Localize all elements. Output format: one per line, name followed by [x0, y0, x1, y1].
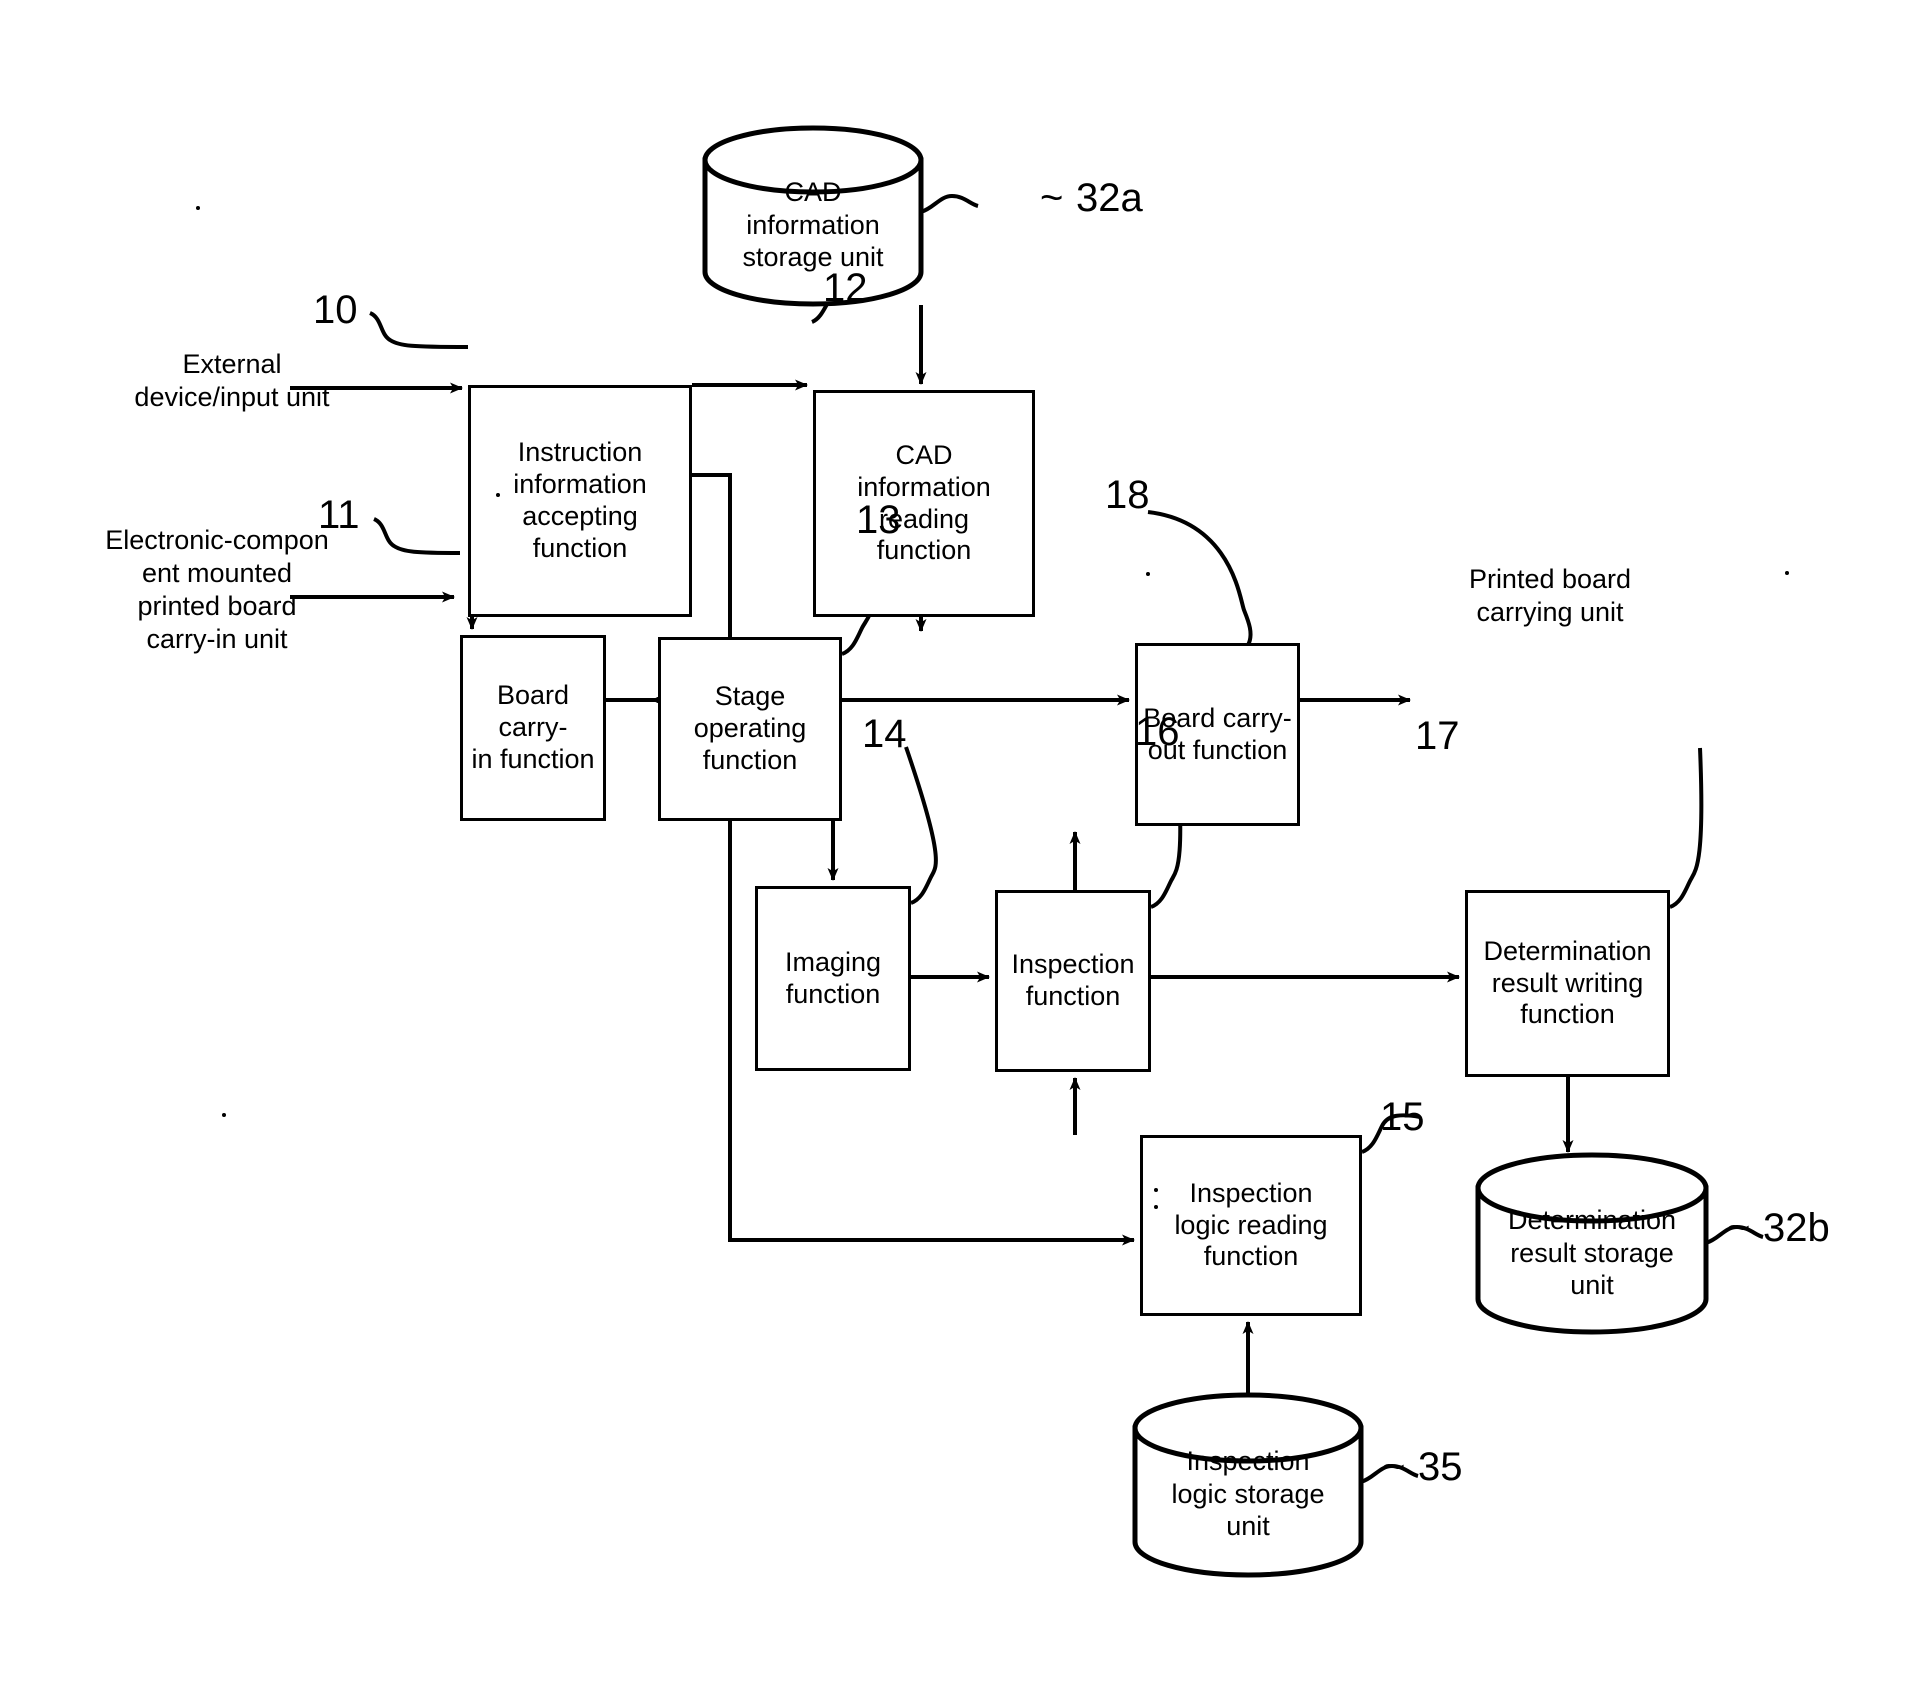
scan-speck-7 [1154, 1205, 1158, 1209]
ref-tag-13: 13 [856, 498, 901, 542]
label-electronic-component-mounted-printed-board-carry-in-unit: Electronic-compon ent mounted printed bo… [105, 525, 329, 654]
scan-speck-6 [1154, 1188, 1158, 1192]
tilde-32b: ~ [1727, 1206, 1751, 1250]
cylinder-label-determination-result-storage-unit: Determination result storage unit [1507, 1205, 1677, 1301]
box-stage-operating-function[interactable]: Stage operating function [658, 637, 842, 821]
scan-speck-1 [196, 206, 200, 210]
ref-tag-12: 12 [823, 266, 868, 310]
ref-tag-15: 15 [1380, 1095, 1425, 1139]
scan-speck-2 [496, 493, 500, 497]
box-board-carry-in-function[interactable]: Board carry- in function [460, 635, 606, 821]
ref-tag-32b: 32b [1763, 1206, 1830, 1250]
box-inspection-function[interactable]: Inspection function [995, 890, 1151, 1072]
tilde-32a: ~ [1040, 176, 1064, 220]
scan-speck-3 [1146, 572, 1150, 576]
ref-tag-17: 17 [1415, 714, 1460, 758]
ref-tag-16: 16 [1135, 710, 1180, 754]
ref-tag-32a: 32a [1076, 176, 1143, 220]
tilde-35: ~ [1382, 1445, 1406, 1489]
label-external-device-input-unit: External device/input unit [134, 349, 330, 412]
scan-speck-5 [222, 1113, 226, 1117]
diagram-canvas: Instruction information accepting functi… [0, 0, 1917, 1681]
ref-tag-18: 18 [1105, 473, 1150, 517]
cylinder-label-inspection-logic-storage-unit: Inspection logic storage unit [1171, 1446, 1325, 1542]
ref-tag-10: 10 [313, 288, 358, 332]
scan-speck-4 [1785, 571, 1789, 575]
ref-tag-14: 14 [862, 712, 907, 756]
ref-tag-11: 11 [318, 493, 360, 537]
box-imaging-function[interactable]: Imaging function [755, 886, 911, 1071]
box-instruction-information-accepting-function[interactable]: Instruction information accepting functi… [468, 385, 692, 617]
box-cad-information-reading-function[interactable]: CAD information reading function [813, 390, 1035, 617]
cylinder-layer [702, 125, 1709, 1578]
label-printed-board-carrying-unit: Printed board carrying unit [1468, 564, 1632, 627]
box-determination-result-writing-function[interactable]: Determination result writing function [1465, 890, 1670, 1077]
ref-tag-35: 35 [1418, 1445, 1463, 1489]
box-inspection-logic-reading-function[interactable]: Inspection logic reading function [1140, 1135, 1362, 1316]
cylinder-label-cad-information-storage-unit: CAD information storage unit [742, 177, 884, 273]
